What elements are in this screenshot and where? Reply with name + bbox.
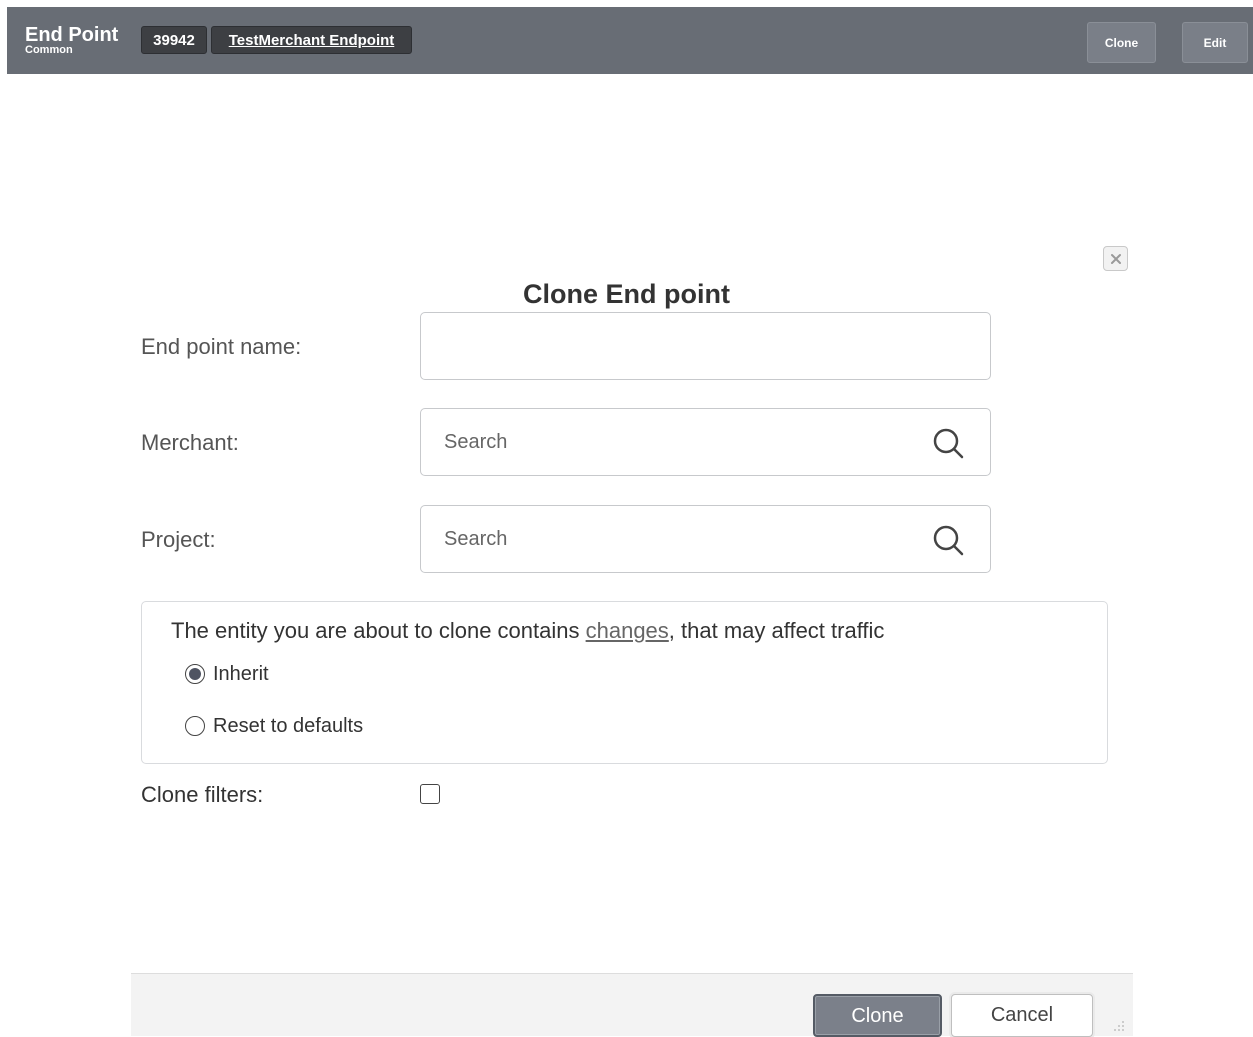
clone-filters-label: Clone filters: xyxy=(141,782,264,807)
notice-text-before: The entity you are about to clone contai… xyxy=(171,618,586,643)
close-icon xyxy=(1111,254,1121,264)
endpoint-name-label: End point name: xyxy=(141,334,302,359)
top-header-bar: End Point Common 39942 TestMerchant Endp… xyxy=(7,7,1253,74)
merchant-search-placeholder: Search xyxy=(444,431,508,453)
radio-option-inherit[interactable]: Inherit xyxy=(185,662,269,686)
changes-notice-panel: The entity you are about to clone contai… xyxy=(141,601,1108,764)
changes-notice-text: The entity you are about to clone contai… xyxy=(171,618,884,644)
radio-inherit-label: Inherit xyxy=(213,663,269,685)
merchant-search-input[interactable]: Search xyxy=(420,408,991,476)
clone-filters-checkbox[interactable] xyxy=(420,784,440,804)
search-icon[interactable] xyxy=(932,524,968,560)
radio-inherit[interactable] xyxy=(185,664,205,684)
page-title: End Point Common xyxy=(25,24,118,56)
dialog-title: Clone End point xyxy=(523,279,730,309)
merchant-label: Merchant: xyxy=(141,430,239,455)
notice-text-after: , that may affect traffic xyxy=(668,618,885,643)
resize-grip-icon[interactable] xyxy=(1112,1019,1126,1033)
radio-reset-defaults[interactable] xyxy=(185,716,205,736)
endpoint-name-input[interactable] xyxy=(420,312,991,380)
entity-name-link[interactable]: TestMerchant Endpoint xyxy=(211,26,412,54)
page-subtitle: Common xyxy=(25,44,73,56)
dialog-footer: Clone Cancel xyxy=(131,973,1133,1037)
entity-id-badge: 39942 xyxy=(141,26,207,54)
search-icon[interactable] xyxy=(932,427,968,463)
project-label: Project: xyxy=(141,527,216,552)
page-title-text: End Point xyxy=(25,24,119,46)
dialog-close-button[interactable] xyxy=(1103,246,1128,271)
project-search-placeholder: Search xyxy=(444,528,508,550)
radio-option-reset[interactable]: Reset to defaults xyxy=(185,714,363,738)
header-edit-button[interactable]: Edit xyxy=(1182,22,1248,63)
project-search-input[interactable]: Search xyxy=(420,505,991,573)
clone-button[interactable]: Clone xyxy=(813,994,942,1037)
cancel-button[interactable]: Cancel xyxy=(951,994,1093,1037)
radio-reset-label: Reset to defaults xyxy=(213,715,364,737)
changes-link[interactable]: changes xyxy=(586,618,669,643)
header-clone-button[interactable]: Clone xyxy=(1087,22,1156,63)
